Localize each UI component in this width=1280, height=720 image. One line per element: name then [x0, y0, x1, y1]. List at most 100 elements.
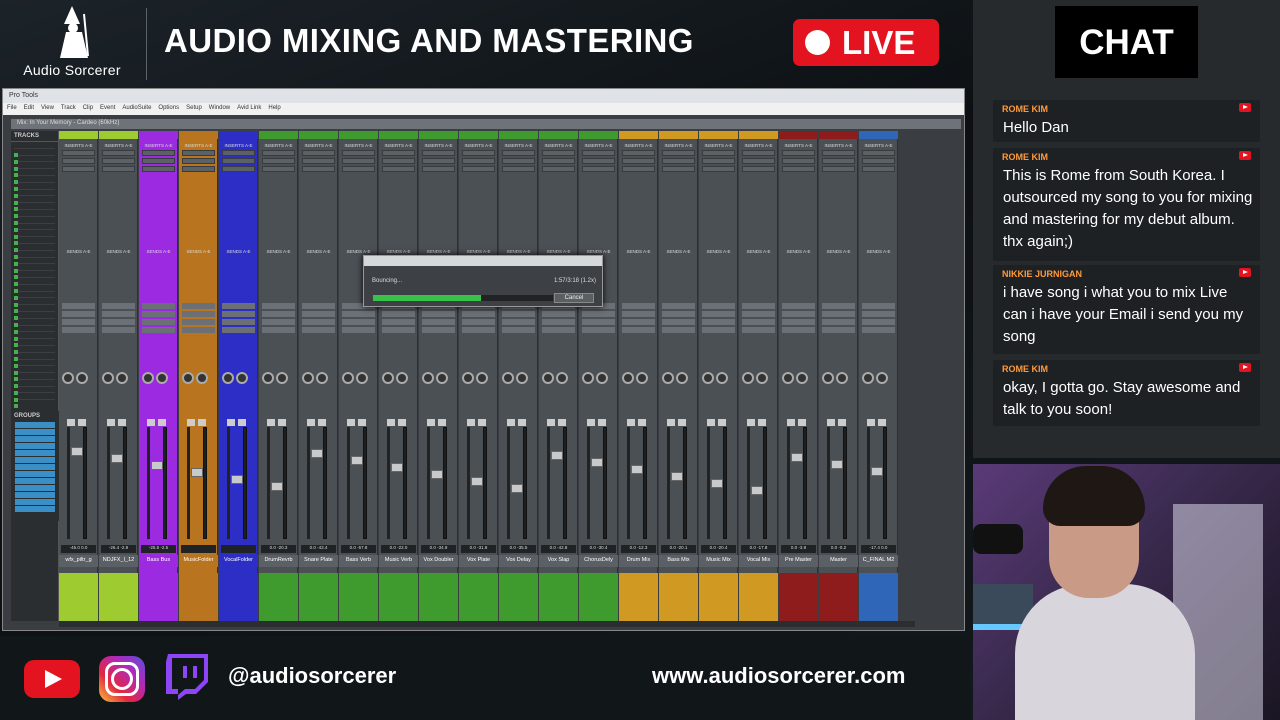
pan-knobs[interactable] — [542, 369, 575, 384]
volume-fader[interactable] — [107, 427, 123, 539]
channel-strip[interactable]: INSERTS A-E SENDS A-E -45.0 0.0 wfx_piltr_g — [59, 131, 98, 621]
solo-mute-buttons[interactable] — [467, 411, 493, 426]
group-list-item[interactable] — [15, 443, 55, 449]
menu-item[interactable]: Event — [100, 105, 115, 111]
sends-section[interactable]: SENDS A-E — [702, 249, 735, 299]
sends-section[interactable]: SENDS A-E — [622, 249, 655, 299]
channel-strip[interactable]: INSERTS A-E SENDS A-E MusicFolder — [179, 131, 218, 621]
group-list-item[interactable] — [15, 450, 55, 456]
io-section[interactable] — [382, 301, 415, 351]
io-section[interactable] — [662, 301, 695, 351]
track-list-item[interactable] — [14, 264, 55, 280]
io-section[interactable] — [102, 301, 135, 351]
groups-panel[interactable]: GROUPS — [11, 411, 59, 521]
volume-fader[interactable] — [867, 427, 883, 539]
track-list-item[interactable] — [14, 217, 55, 232]
strip-name[interactable]: Snare Plate — [299, 555, 338, 567]
volume-fader[interactable] — [227, 427, 243, 539]
track-list-item[interactable] — [14, 387, 55, 402]
strip-name[interactable]: DrumRevrb — [259, 555, 298, 567]
strip-name[interactable]: Vox Plate — [459, 555, 498, 567]
sends-section[interactable]: SENDS A-E — [262, 249, 295, 299]
solo-mute-buttons[interactable] — [787, 411, 813, 426]
io-section[interactable] — [502, 301, 535, 351]
io-section[interactable] — [142, 301, 175, 351]
channel-strip[interactable]: INSERTS A-E SENDS A-E 0.0 -22.0 Music Verb — [379, 131, 418, 621]
track-list-item[interactable] — [14, 366, 55, 382]
sends-section[interactable]: SENDS A-E — [302, 249, 335, 299]
channel-strip[interactable]: INSERTS A-E SENDS A-E -17.4 0.0 C_FINAL M2 — [859, 131, 898, 621]
io-section[interactable] — [702, 301, 735, 351]
channel-strip[interactable]: INSERTS A-E SENDS A-E -25.5 -2.5 Bass Bus — [139, 131, 178, 621]
strip-name[interactable]: Master — [819, 555, 858, 567]
group-list-item[interactable] — [15, 429, 55, 435]
inserts-section[interactable]: INSERTS A-E — [542, 143, 575, 198]
io-section[interactable] — [822, 301, 855, 351]
fader-cap[interactable] — [71, 447, 83, 456]
strip-name[interactable]: VocalFolder — [219, 555, 258, 567]
track-list-item[interactable] — [14, 162, 55, 178]
inserts-section[interactable]: INSERTS A-E — [142, 143, 175, 198]
inserts-section[interactable]: INSERTS A-E — [342, 143, 375, 198]
strip-name[interactable]: Pre Master — [779, 555, 818, 567]
track-list-item[interactable] — [14, 298, 55, 314]
track-list-item[interactable] — [14, 142, 55, 157]
group-list-item[interactable] — [15, 499, 55, 505]
fader-cap[interactable] — [551, 451, 563, 460]
tracks-panel[interactable]: TRACKS — [11, 131, 59, 621]
pan-knobs[interactable] — [222, 369, 255, 384]
inserts-section[interactable]: INSERTS A-E — [622, 143, 655, 198]
solo-mute-buttons[interactable] — [187, 411, 213, 426]
track-list-item[interactable] — [14, 360, 55, 375]
inserts-section[interactable]: INSERTS A-E — [222, 143, 255, 198]
strip-name[interactable]: ChorusDely — [579, 555, 618, 567]
solo-mute-buttons[interactable] — [627, 411, 653, 426]
track-list-item[interactable] — [14, 393, 55, 409]
strip-name[interactable]: Drum Mix — [619, 555, 658, 567]
channel-strip[interactable]: INSERTS A-E SENDS A-E 0.0 -20.1 Bass Mix — [659, 131, 698, 621]
sends-section[interactable]: SENDS A-E — [822, 249, 855, 299]
volume-fader[interactable] — [67, 427, 83, 539]
track-list-item[interactable] — [14, 332, 55, 348]
volume-fader[interactable] — [507, 427, 523, 539]
io-section[interactable] — [222, 301, 255, 351]
fader-cap[interactable] — [191, 468, 203, 477]
channel-strip[interactable]: INSERTS A-E SENDS A-E 0.0 -42.8 Vox Slap — [539, 131, 578, 621]
group-list-item[interactable] — [15, 422, 55, 428]
pan-knobs[interactable] — [582, 369, 615, 384]
track-list-item[interactable] — [14, 156, 55, 171]
pan-knobs[interactable] — [502, 369, 535, 384]
fader-cap[interactable] — [791, 453, 803, 462]
pan-knobs[interactable] — [302, 369, 335, 384]
pan-knobs[interactable] — [622, 369, 655, 384]
track-list-item[interactable] — [14, 203, 55, 219]
inserts-section[interactable]: INSERTS A-E — [662, 143, 695, 198]
track-list-item[interactable] — [14, 353, 55, 368]
fader-cap[interactable] — [271, 482, 283, 491]
channel-strip[interactable]: INSERTS A-E SENDS A-E 0.0 -35.5 Vox Delay — [499, 131, 538, 621]
sends-section[interactable]: SENDS A-E — [742, 249, 775, 299]
pan-knobs[interactable] — [102, 369, 135, 384]
inserts-section[interactable]: INSERTS A-E — [302, 143, 335, 198]
track-list-item[interactable] — [14, 285, 55, 300]
strip-name[interactable]: C_FINAL M2 — [859, 555, 898, 567]
strip-name[interactable]: Vox Doubler — [419, 555, 458, 567]
solo-mute-buttons[interactable] — [507, 411, 533, 426]
group-list-item[interactable] — [15, 492, 55, 498]
io-section[interactable] — [342, 301, 375, 351]
channel-strip[interactable]: INSERTS A-E SENDS A-E 0.0 -3.9 Pre Master — [779, 131, 818, 621]
menu-item[interactable]: Options — [158, 105, 179, 111]
io-section[interactable] — [542, 301, 575, 351]
solo-mute-buttons[interactable] — [747, 411, 773, 426]
strip-name[interactable]: Vox Delay — [499, 555, 538, 567]
track-list-item[interactable] — [14, 292, 55, 307]
solo-mute-buttons[interactable] — [107, 411, 133, 426]
track-list-item[interactable] — [14, 190, 55, 205]
fader-cap[interactable] — [631, 465, 643, 474]
inserts-section[interactable]: INSERTS A-E — [422, 143, 455, 198]
inserts-section[interactable]: INSERTS A-E — [462, 143, 495, 198]
fader-cap[interactable] — [831, 460, 843, 469]
menu-item[interactable]: View — [41, 105, 54, 111]
strip-name[interactable]: Vox Slap — [539, 555, 578, 567]
inserts-section[interactable]: INSERTS A-E — [382, 143, 415, 198]
